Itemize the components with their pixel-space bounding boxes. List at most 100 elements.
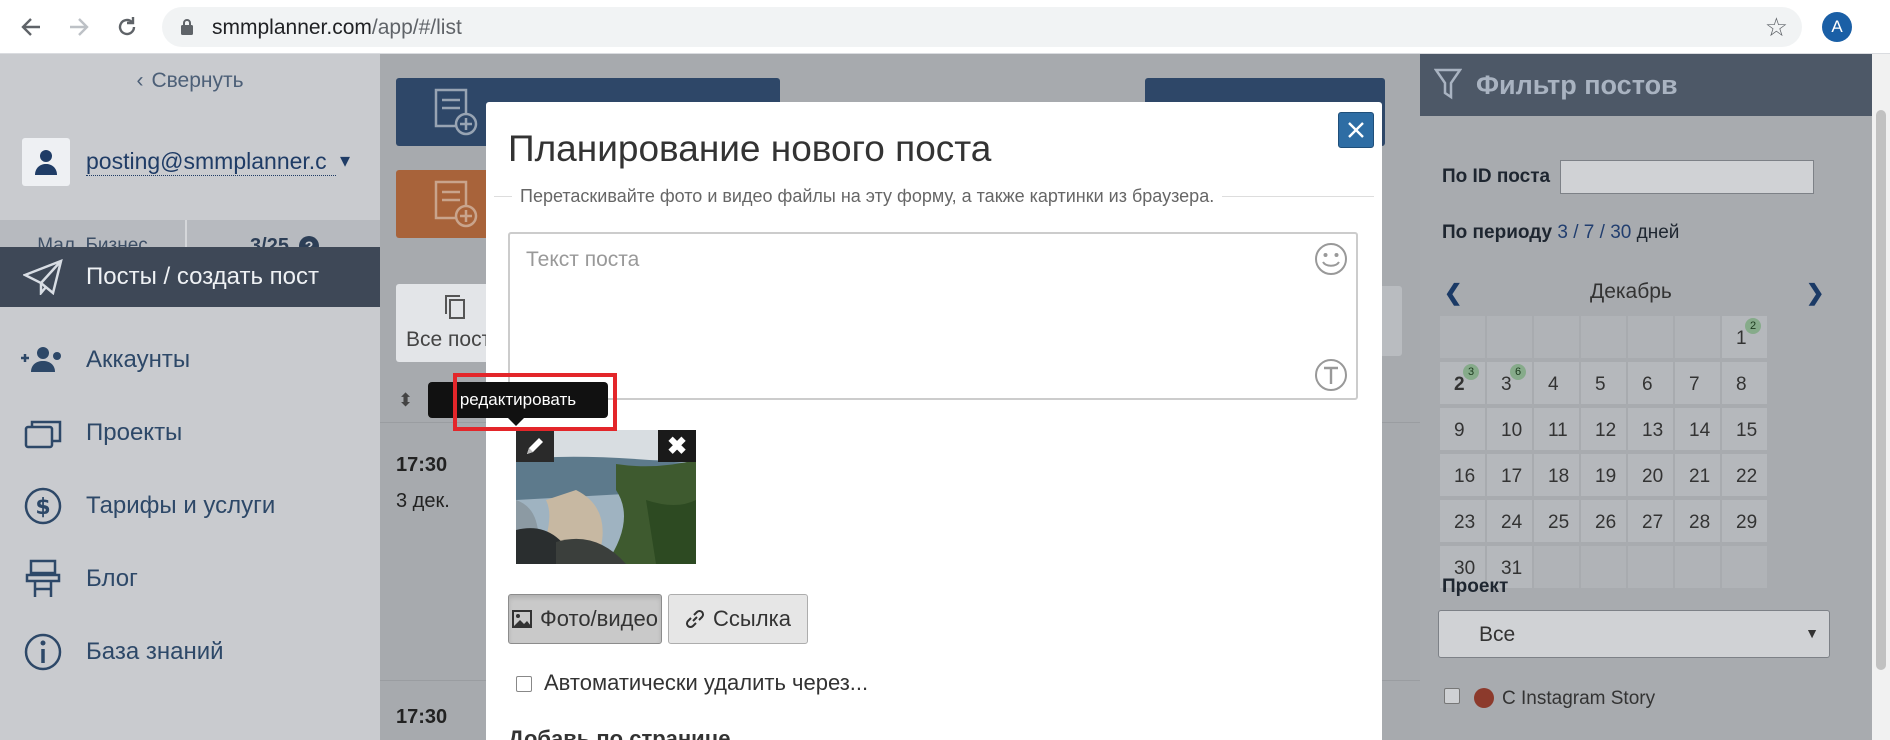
calendar-day[interactable]: 12 — [1581, 408, 1626, 450]
copy-icon — [445, 295, 465, 319]
calendar-empty-cell — [1675, 316, 1720, 358]
calendar-day[interactable]: 17 — [1487, 454, 1532, 496]
sidebar-item-label: Аккаунты — [86, 346, 191, 373]
next-month-icon[interactable]: ❯ — [1806, 280, 1824, 306]
back-arrow-icon[interactable] — [14, 10, 48, 44]
sort-icon[interactable]: ⬍ — [398, 390, 413, 411]
auto-delete-checkbox[interactable] — [516, 676, 532, 692]
calendar-day[interactable]: 9 — [1440, 408, 1485, 450]
link-label: Ссылка — [713, 606, 791, 631]
auto-delete-label: Автоматически удалить через... — [544, 670, 869, 695]
users-icon — [20, 337, 66, 383]
emoji-icon[interactable] — [1314, 242, 1348, 276]
post-add-icon — [434, 88, 478, 136]
post-date: 3 дек. — [396, 490, 450, 512]
post-text-placeholder: Текст поста — [526, 248, 640, 271]
reload-icon[interactable] — [110, 10, 144, 44]
profile-avatar[interactable]: A — [1822, 12, 1852, 42]
calendar-day[interactable]: 4 — [1534, 362, 1579, 404]
calendar-day[interactable]: 12 — [1722, 316, 1767, 358]
period-30-link[interactable]: 30 — [1610, 222, 1631, 243]
calendar-day[interactable]: 10 — [1487, 408, 1532, 450]
lock-icon — [181, 19, 193, 35]
url-text: smmplanner.com/app/#/list — [212, 16, 462, 39]
calendar-empty-cell — [1722, 546, 1767, 588]
user-email[interactable]: posting@smmplanner.c — [86, 148, 336, 176]
sidebar-item-label: Посты / создать пост — [86, 263, 319, 290]
post-text-input[interactable]: Текст поста — [508, 232, 1358, 400]
filter-funnel-icon — [1434, 68, 1462, 100]
calendar-day[interactable]: 28 — [1675, 500, 1720, 542]
svg-text:$: $ — [35, 495, 50, 520]
calendar-day[interactable]: 5 — [1581, 362, 1626, 404]
photo-video-button[interactable]: Фото/видео — [508, 594, 662, 644]
delete-photo-button[interactable]: ✖ — [658, 430, 696, 462]
bookmark-star-icon[interactable]: ☆ — [1765, 12, 1788, 43]
calendar-empty-cell — [1440, 316, 1485, 358]
sidebar-item-label: База знаний — [86, 638, 224, 665]
calendar-day[interactable]: 11 — [1534, 408, 1579, 450]
calendar-day[interactable]: 23 — [1440, 362, 1485, 404]
sidebar-item-projects[interactable]: Проекты — [0, 403, 380, 463]
text-format-icon[interactable] — [1314, 358, 1348, 392]
modal-close-button[interactable] — [1338, 112, 1374, 148]
calendar-empty-cell — [1628, 546, 1673, 588]
prev-month-icon[interactable]: ❮ — [1444, 280, 1462, 306]
modal-title: Планирование нового поста — [508, 128, 992, 169]
calendar-day[interactable]: 24 — [1487, 500, 1532, 542]
select-caret-icon: ▼ — [1805, 625, 1819, 641]
section-heading: Добавь по странице — [508, 726, 731, 740]
sidebar-item-accounts[interactable]: Аккаунты — [0, 330, 380, 390]
period-3-link[interactable]: 3 — [1557, 222, 1568, 243]
period-7-link[interactable]: 7 — [1584, 222, 1595, 243]
post-count-badge: 6 — [1510, 364, 1526, 380]
calendar-day[interactable]: 20 — [1628, 454, 1673, 496]
collapse-button[interactable]: ‹ Свернуть — [0, 54, 380, 108]
dollar-icon: $ — [20, 483, 66, 529]
account-checkbox[interactable] — [1444, 688, 1460, 704]
post-id-input[interactable] — [1560, 160, 1814, 194]
calendar-day[interactable]: 8 — [1722, 362, 1767, 404]
period-row: По периоду 3 / 7 / 30 дней — [1442, 222, 1680, 243]
calendar-day[interactable]: 15 — [1722, 408, 1767, 450]
folders-icon — [20, 410, 66, 456]
calendar-day[interactable]: 13 — [1628, 408, 1673, 450]
calendar-day[interactable]: 27 — [1628, 500, 1673, 542]
sidebar-item-tariffs[interactable]: $ Тарифы и услуги — [0, 476, 380, 536]
highlight-box — [453, 373, 617, 431]
calendar-day[interactable]: 14 — [1675, 408, 1720, 450]
calendar-day[interactable]: 22 — [1722, 454, 1767, 496]
edit-photo-button[interactable] — [516, 430, 554, 462]
photo-video-label: Фото/видео — [540, 606, 658, 631]
project-select[interactable]: Все ▼ — [1438, 610, 1830, 658]
collapse-label: Свернуть — [151, 69, 244, 92]
caret-down-icon[interactable]: ▾ — [340, 148, 350, 173]
calendar-day[interactable]: 18 — [1534, 454, 1579, 496]
calendar-day[interactable]: 25 — [1534, 500, 1579, 542]
calendar-day[interactable]: 29 — [1722, 500, 1767, 542]
calendar-day[interactable]: 19 — [1581, 454, 1626, 496]
link-button[interactable]: Ссылка — [668, 594, 808, 644]
page-scrollbar[interactable] — [1872, 54, 1890, 740]
calendar-day[interactable]: 36 — [1487, 362, 1532, 404]
image-icon — [512, 610, 533, 628]
chevron-left-icon: ‹ — [136, 69, 144, 92]
sidebar-item-blog[interactable]: Блог — [0, 549, 380, 609]
calendar-day[interactable]: 23 — [1440, 500, 1485, 542]
user-icon — [22, 138, 70, 186]
forward-arrow-icon[interactable] — [62, 10, 96, 44]
sidebar-item-knowledge[interactable]: База знаний — [0, 622, 380, 682]
address-bar[interactable]: smmplanner.com/app/#/list ☆ — [162, 7, 1802, 47]
calendar-day[interactable]: 16 — [1440, 454, 1485, 496]
instagram-icon — [1474, 688, 1494, 708]
project-select-value: Все — [1479, 623, 1516, 646]
calendar-day[interactable]: 21 — [1675, 454, 1720, 496]
calendar-day[interactable]: 26 — [1581, 500, 1626, 542]
calendar-day[interactable]: 7 — [1675, 362, 1720, 404]
info-icon — [20, 629, 66, 675]
browser-toolbar: smmplanner.com/app/#/list ☆ A — [0, 0, 1890, 54]
sidebar-item-posts[interactable]: Посты / создать пост — [0, 247, 390, 307]
calendar-day[interactable]: 6 — [1628, 362, 1673, 404]
user-row: posting@smmplanner.c ▾ — [0, 108, 380, 218]
drop-hint: Перетаскивайте фото и видео файлы на эту… — [512, 186, 1223, 207]
